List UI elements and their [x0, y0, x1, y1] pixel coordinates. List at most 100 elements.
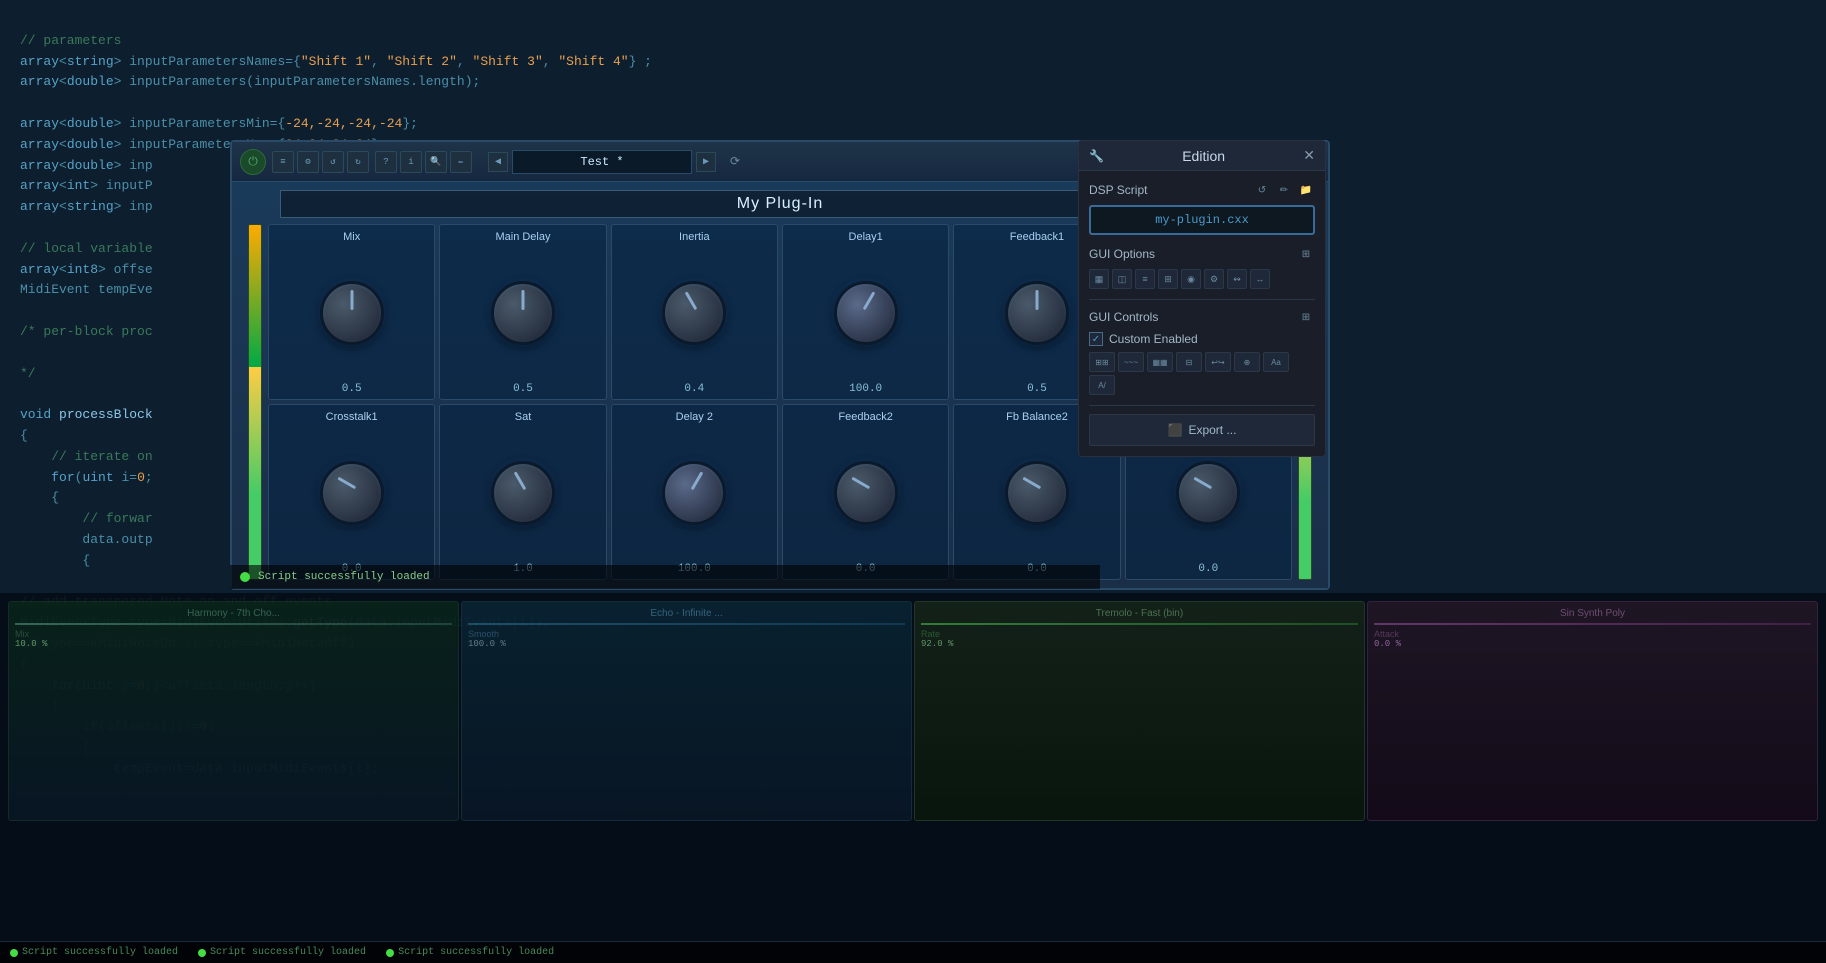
power-button[interactable]: ⏻	[240, 149, 266, 175]
gui-expand-icon[interactable]: ⊞	[1158, 269, 1178, 289]
prev-preset-button[interactable]: ◀	[488, 152, 508, 172]
edition-close-button[interactable]: ✕	[1303, 147, 1315, 164]
knob-main-delay[interactable]: Main Delay 0.5	[439, 224, 606, 400]
knob-crosstalk1[interactable]: Crosstalk1 0.0	[268, 404, 435, 580]
daw-area: Harmony - 7th Cho... Mix 10.0 % Echo - I…	[0, 593, 1826, 963]
daw-track-4-label: Sin Synth Poly	[1374, 608, 1811, 619]
knob-delay1-widget[interactable]	[834, 281, 898, 345]
knob-crosstalk1-label: Crosstalk1	[326, 411, 378, 423]
status-dot	[240, 572, 250, 582]
knob-inertia-widget[interactable]	[662, 281, 726, 345]
knob-feedback2[interactable]: Feedback2 0.0	[782, 404, 949, 580]
help-icon[interactable]: ?	[375, 151, 397, 173]
next-preset-button[interactable]: ▶	[696, 152, 716, 172]
bottom-status-1: Script successfully loaded	[10, 947, 178, 958]
edition-header: 🔧 Edition ✕	[1079, 141, 1325, 171]
bottom-status-row: Script successfully loaded Script succes…	[0, 941, 1826, 963]
menu-icon[interactable]: ≡	[272, 151, 294, 173]
daw-track-3: Tremolo - Fast (bin) Rate 92.0 %	[914, 601, 1365, 821]
knob-feedback1-widget[interactable]	[1005, 281, 1069, 345]
bottom-status-text-2: Script successfully loaded	[210, 947, 366, 958]
settings-icon[interactable]: ⚙	[297, 151, 319, 173]
edit-icon[interactable]: ✏	[450, 151, 472, 173]
knob-mix-value: 0.5	[342, 383, 362, 395]
ctrl-minus-icon[interactable]: ⊟	[1176, 352, 1202, 372]
knob-feedback2-widget[interactable]	[834, 461, 898, 525]
dsp-script-filename[interactable]: my-plugin.cxx	[1089, 205, 1315, 235]
knob-delay2[interactable]: Delay 2 100.0	[611, 404, 778, 580]
gui-gear-icon[interactable]: ⚙	[1204, 269, 1224, 289]
daw-track-4: Sin Synth Poly Attack 0.0 %	[1367, 601, 1818, 821]
gui-options-icons: ▦ ◫ ≡ ⊞ ◉ ⚙ ↭ ↔	[1089, 269, 1315, 289]
daw-track-3-label: Tremolo - Fast (bin)	[921, 608, 1358, 619]
knob-sat-widget[interactable]	[491, 461, 555, 525]
gui-controls-label: GUI Controls	[1089, 310, 1158, 324]
knob-sat[interactable]: Sat 1.0	[439, 404, 606, 580]
knob-fb-balance2-widget[interactable]	[1005, 461, 1069, 525]
bottom-status-dot-2	[198, 949, 206, 957]
ctrl-font-icon[interactable]: A/	[1089, 375, 1115, 395]
edition-body: DSP Script ↺ ✏ 📁 my-plugin.cxx GUI Optio…	[1079, 171, 1325, 456]
ctrl-text-icon[interactable]: Aa	[1263, 352, 1289, 372]
divider-2	[1089, 405, 1315, 406]
ctrl-plus-icon[interactable]: ⊕	[1234, 352, 1260, 372]
gui-circle-icon[interactable]: ◉	[1181, 269, 1201, 289]
bottom-status-text-1: Script successfully loaded	[22, 947, 178, 958]
dsp-refresh-button[interactable]: ↺	[1253, 181, 1271, 199]
search-icon[interactable]: 🔍	[425, 151, 447, 173]
undo-icon[interactable]: ↺	[322, 151, 344, 173]
dsp-script-label: DSP Script	[1089, 183, 1147, 197]
dsp-script-section: DSP Script ↺ ✏ 📁	[1089, 181, 1315, 199]
ctrl-arrows-icon[interactable]: ↩↪	[1205, 352, 1231, 372]
bottom-status-3: Script successfully loaded	[386, 947, 554, 958]
export-button[interactable]: ⬛ Export ...	[1089, 414, 1315, 446]
knob-feedback2-label: Feedback2	[838, 411, 892, 423]
gui-grid-icon[interactable]: ▦	[1089, 269, 1109, 289]
knob-main-delay-value: 0.5	[513, 383, 533, 395]
knob-crosstalk2-widget[interactable]	[1176, 461, 1240, 525]
knob-mix-widget[interactable]	[320, 281, 384, 345]
custom-enabled-checkbox[interactable]	[1089, 332, 1103, 346]
knob-inertia-label: Inertia	[679, 231, 710, 243]
knob-main-delay-label: Main Delay	[495, 231, 550, 243]
daw-track-1: Harmony - 7th Cho... Mix 10.0 %	[8, 601, 459, 821]
preset-navigator: ◀ Test * ▶	[488, 150, 716, 174]
bottom-status-dot-1	[10, 949, 18, 957]
gui-resize-icon[interactable]: ↔	[1250, 269, 1270, 289]
bottom-status-2: Script successfully loaded	[198, 947, 366, 958]
edition-panel: 🔧 Edition ✕ DSP Script ↺ ✏ 📁 my-plugin.c…	[1078, 140, 1326, 457]
knob-delay2-widget[interactable]	[662, 461, 726, 525]
gui-layout-icon[interactable]: ◫	[1112, 269, 1132, 289]
divider-1	[1089, 299, 1315, 300]
vu-meter-left	[248, 224, 262, 580]
gui-options-section: GUI Options ⊞	[1089, 245, 1315, 263]
gui-list-icon[interactable]: ≡	[1135, 269, 1155, 289]
info-icon[interactable]: i	[400, 151, 422, 173]
dsp-script-icons: ↺ ✏ 📁	[1253, 181, 1315, 199]
knob-delay1[interactable]: Delay1 100.0	[782, 224, 949, 400]
redo-icon[interactable]: ↻	[347, 151, 369, 173]
knob-main-delay-widget[interactable]	[491, 281, 555, 345]
edition-title: Edition	[1182, 148, 1225, 164]
ctrl-grid-icon[interactable]: ⊞⊞	[1089, 352, 1115, 372]
ctrl-wave-icon[interactable]: ~~~	[1118, 352, 1144, 372]
gui-options-expand-button[interactable]: ⊞	[1297, 245, 1315, 263]
dsp-folder-button[interactable]: 📁	[1297, 181, 1315, 199]
controls-icons-row: ⊞⊞ ~~~ ▦▦ ⊟ ↩↪ ⊕ Aa A/	[1089, 352, 1315, 395]
sync-icon[interactable]: ⟳	[730, 154, 740, 169]
status-message: Script successfully loaded	[258, 571, 430, 583]
toolbar-icons: ≡ ⚙ ↺ ↻	[272, 151, 369, 173]
gui-arrows-icon[interactable]: ↭	[1227, 269, 1247, 289]
preset-name[interactable]: Test *	[512, 150, 692, 174]
export-icon: ⬛	[1168, 423, 1183, 437]
knob-mix[interactable]: Mix 0.5	[268, 224, 435, 400]
knob-inertia-value: 0.4	[684, 383, 704, 395]
gui-controls-expand-button[interactable]: ⊞	[1297, 308, 1315, 326]
bottom-status-dot-3	[386, 949, 394, 957]
dsp-edit-button[interactable]: ✏	[1275, 181, 1293, 199]
ctrl-blocks-icon[interactable]: ▦▦	[1147, 352, 1173, 372]
status-bar: Script successfully loaded	[230, 565, 1100, 589]
knob-inertia[interactable]: Inertia 0.4	[611, 224, 778, 400]
knob-crosstalk2-value: 0.0	[1198, 563, 1218, 575]
knob-crosstalk1-widget[interactable]	[320, 461, 384, 525]
